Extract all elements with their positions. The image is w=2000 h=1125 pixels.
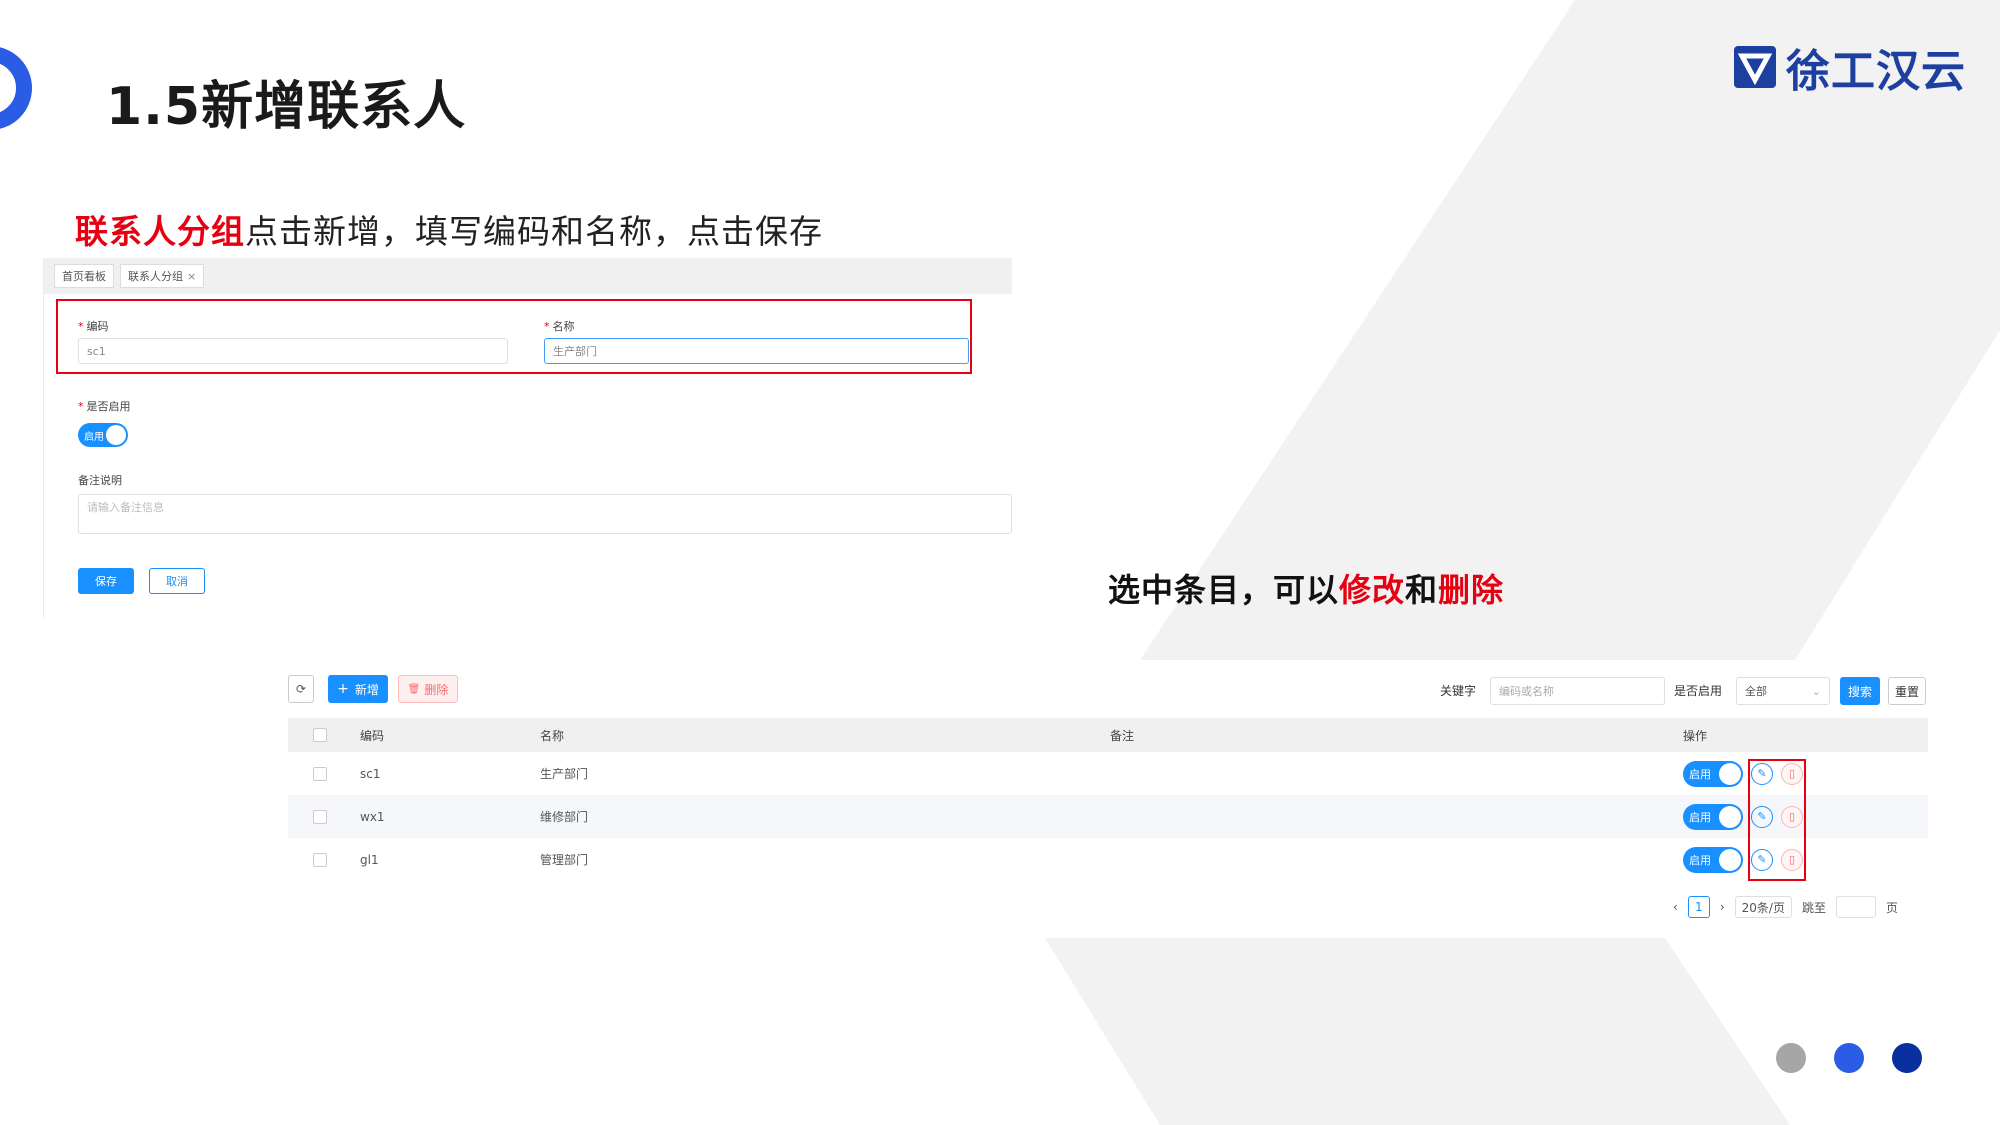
cell-name: 管理部门: [540, 853, 589, 867]
tab-label: 联系人分组: [128, 270, 183, 283]
instruction-edit-word: 修改: [1339, 571, 1406, 609]
status-toggle[interactable]: 启用: [1683, 803, 1743, 830]
table-screenshot: ⟳ + 新增 🗑 删除 关键字 编码或名称 是否启用 全部 ⌄ 搜索 重置 编码 名称…: [288, 670, 1928, 930]
status-toggle[interactable]: 启用: [1683, 760, 1743, 787]
brand-logo-icon: [1734, 46, 1776, 88]
toggle-knob: [1719, 848, 1741, 871]
instruction-delete-word: 删除: [1438, 571, 1505, 609]
toggle-label: 启用: [1689, 810, 1711, 824]
enabled-label-text: 是否启用: [86, 400, 131, 413]
tab-label: 首页看板: [62, 270, 106, 283]
jump-page-input[interactable]: [1835, 896, 1876, 918]
required-mark: *: [78, 400, 84, 413]
table-row[interactable]: sc1 生产部门 启用 ✎ ▯: [288, 752, 1928, 795]
cell-code: wx1: [360, 809, 385, 824]
decorative-ring-icon: [0, 47, 32, 129]
select-value: 全部: [1745, 685, 1767, 698]
enabled-toggle[interactable]: 启用: [78, 423, 128, 447]
toggle-knob: [1719, 762, 1741, 785]
delete-button[interactable]: 🗑 删除: [398, 675, 458, 703]
highlight-box-actions: [1748, 759, 1806, 881]
enabled-filter-label: 是否启用: [1674, 684, 1723, 698]
tab-contact-group[interactable]: 联系人分组 ×: [120, 264, 205, 288]
dot-navy: [1892, 1043, 1922, 1073]
instruction-edit-delete: 选中条目，可以修改和删除: [1108, 565, 1504, 611]
cell-name: 维修部门: [540, 810, 589, 824]
slide-dots: [1776, 1043, 1950, 1073]
brand: 徐工汉云: [1732, 35, 1966, 99]
search-button[interactable]: 搜索: [1840, 677, 1880, 705]
tab-bar: 首页看板 联系人分组 ×: [44, 258, 1012, 294]
page-number-current[interactable]: 1: [1687, 896, 1710, 918]
toggle-label: 启用: [1689, 853, 1711, 867]
dot-blue: [1834, 1043, 1864, 1073]
remark-label: 备注说明: [78, 474, 122, 487]
column-header: 名称: [540, 728, 565, 743]
dot-gray: [1776, 1043, 1806, 1073]
delete-label: 删除: [424, 682, 449, 697]
instruction-add: 联系人分组点击新增，填写编码和名称，点击保存: [75, 205, 823, 253]
highlight-box-fields: [56, 299, 972, 374]
select-all-checkbox[interactable]: [313, 728, 327, 742]
form-screenshot: 首页看板 联系人分组 × * 编码 sc1 * 名称 生产部门 * 是否启用 启用 备注…: [43, 258, 1012, 618]
instruction-text-b: 和: [1405, 571, 1439, 609]
enabled-label: * 是否启用: [78, 398, 131, 414]
data-table: 编码 名称 备注 操作 sc1 生产部门 启用 ✎ ▯ wx1 维修部门 启用 …: [288, 718, 1928, 881]
page-suffix: 页: [1885, 900, 1898, 915]
column-header: 操作: [1683, 728, 1708, 743]
column-header: 备注: [1110, 728, 1135, 743]
plus-icon: +: [337, 681, 349, 697]
tab-dashboard[interactable]: 首页看板: [54, 264, 114, 288]
toggle-knob: [1719, 805, 1741, 828]
cancel-button[interactable]: 取消: [149, 568, 205, 594]
enabled-select[interactable]: 全部 ⌄: [1736, 677, 1830, 705]
close-icon[interactable]: ×: [187, 270, 196, 283]
prev-page-icon[interactable]: ‹: [1673, 900, 1678, 914]
next-page-icon[interactable]: ›: [1720, 900, 1725, 914]
cell-code: gl1: [360, 852, 379, 867]
page-size-select[interactable]: 20条/页: [1734, 896, 1792, 918]
cell-name: 生产部门: [540, 767, 589, 781]
brand-name: 徐工汉云: [1786, 46, 1966, 97]
row-checkbox[interactable]: [313, 766, 327, 781]
toggle-label: 启用: [84, 431, 104, 443]
save-button[interactable]: 保存: [78, 568, 134, 594]
table-row[interactable]: wx1 维修部门 启用 ✎ ▯: [288, 795, 1928, 838]
reset-button[interactable]: 重置: [1888, 677, 1926, 705]
instruction-highlight: 联系人分组: [75, 212, 245, 251]
keyword-label: 关键字: [1440, 684, 1477, 698]
refresh-icon[interactable]: ⟳: [288, 675, 314, 703]
instruction-text: 点击新增，填写编码和名称，点击保存: [245, 212, 823, 251]
cell-code: sc1: [360, 766, 381, 781]
remark-textarea[interactable]: 请输入备注信息: [78, 494, 1012, 534]
toggle-knob: [106, 425, 126, 445]
jump-label: 跳至: [1801, 900, 1826, 915]
table-header: 编码 名称 备注 操作: [288, 718, 1928, 752]
instruction-text-a: 选中条目，可以: [1108, 571, 1340, 609]
pagination: ‹ 1 › 20条/页 跳至 页: [1673, 896, 1908, 918]
row-checkbox[interactable]: [313, 852, 327, 867]
chevron-down-icon: ⌄: [1811, 684, 1821, 698]
add-button[interactable]: + 新增: [328, 675, 388, 703]
keyword-input[interactable]: 编码或名称: [1490, 677, 1665, 705]
toggle-label: 启用: [1689, 767, 1711, 781]
column-header: 编码: [360, 728, 385, 743]
slide: 1.5新增联系人 徐工汉云 联系人分组点击新增，填写编码和名称，点击保存 选中条…: [0, 0, 2000, 1125]
status-toggle[interactable]: 启用: [1683, 846, 1743, 873]
slide-title: 1.5新增联系人: [106, 77, 467, 137]
row-checkbox[interactable]: [313, 809, 327, 824]
table-row[interactable]: gl1 管理部门 启用 ✎ ▯: [288, 838, 1928, 881]
add-label: 新增: [354, 682, 379, 697]
trash-icon: 🗑: [407, 683, 421, 695]
